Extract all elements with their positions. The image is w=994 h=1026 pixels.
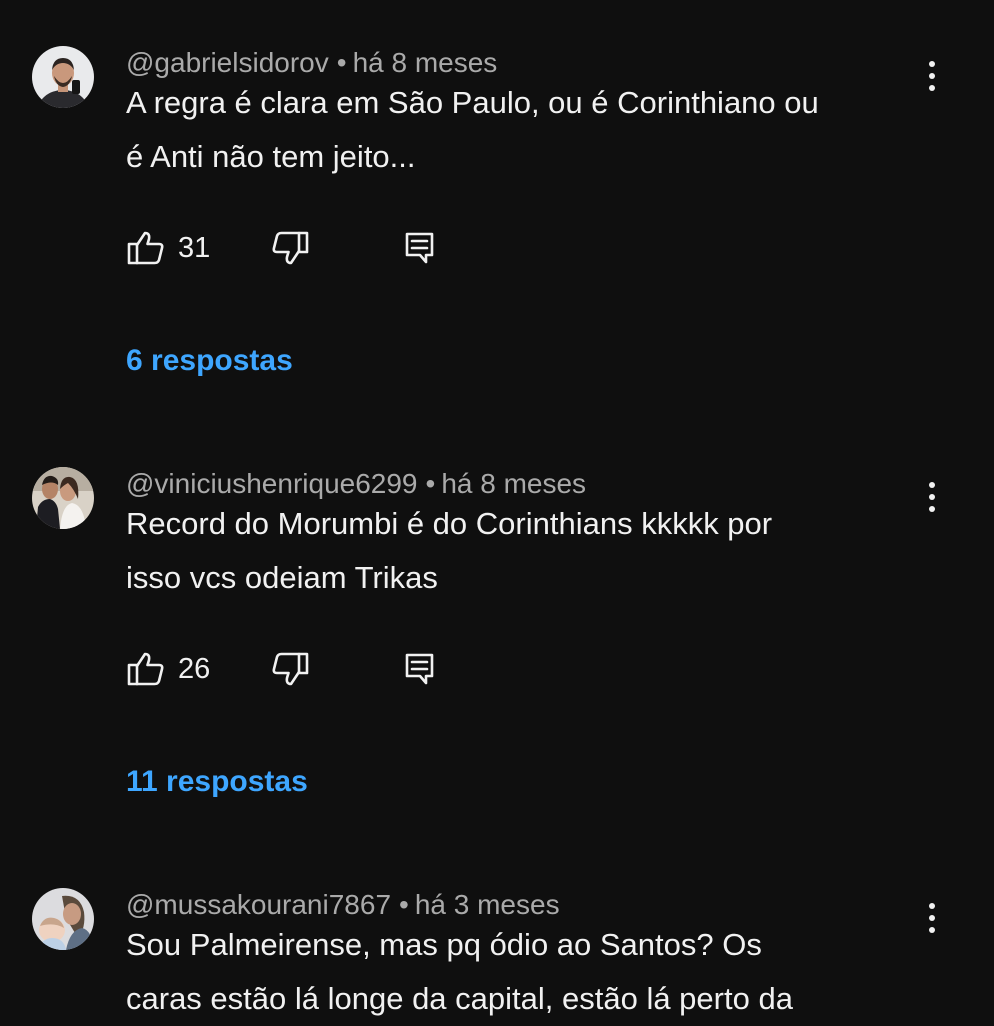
thumb-down-icon: [272, 231, 309, 265]
comment-author[interactable]: @viniciushenrique6299: [126, 468, 418, 499]
view-replies-link[interactable]: 11 respostas: [126, 762, 308, 802]
comment-meta: @viniciushenrique6299 • há 8 meses: [126, 467, 586, 501]
more-vert-icon[interactable]: [914, 56, 950, 96]
comment-text-line: é Anti não tem jeito...: [126, 139, 416, 174]
more-vert-icon[interactable]: [914, 477, 950, 517]
avatar[interactable]: [32, 888, 94, 950]
avatar[interactable]: [32, 46, 94, 108]
comment-text-line: caras estão lá longe da capital, estão l…: [126, 981, 793, 1016]
reply-button[interactable]: [404, 228, 438, 268]
comment-text: Sou Palmeirense, mas pq ódio ao Santos? …: [126, 918, 926, 1026]
meta-separator: •: [399, 889, 409, 920]
comment-text: A regra é clara em São Paulo, ou é Corin…: [126, 76, 926, 184]
comment-time: há 3 meses: [414, 889, 560, 920]
comment-text-line: Sou Palmeirense, mas pq ódio ao Santos? …: [126, 927, 762, 962]
avatar[interactable]: [32, 467, 94, 529]
dislike-button[interactable]: [270, 228, 314, 268]
reply-button[interactable]: [404, 649, 438, 689]
more-vert-icon[interactable]: [914, 898, 950, 938]
comment-text-line: isso vcs odeiam Trikas: [126, 560, 438, 595]
thumb-up-icon: [127, 231, 164, 265]
comment-time: há 8 meses: [352, 47, 498, 78]
meta-separator: •: [425, 468, 436, 499]
comment-time: há 8 meses: [441, 468, 587, 499]
reply-icon: [405, 232, 434, 264]
view-replies-link[interactable]: 6 respostas: [126, 341, 293, 381]
like-count: 31: [178, 232, 211, 264]
comment-text-line: Record do Morumbi é do Corinthians kkkkk…: [126, 506, 773, 541]
comment-text-line: A regra é clara em São Paulo, ou é Corin…: [126, 85, 819, 120]
like-button[interactable]: 26: [126, 649, 216, 689]
meta-separator: •: [336, 47, 347, 78]
comment-meta: @mussakourani7867 • há 3 meses: [126, 888, 560, 922]
comment-author[interactable]: @gabrielsidorov: [126, 47, 329, 78]
reply-icon: [405, 653, 434, 685]
like-button[interactable]: 31: [126, 228, 216, 268]
comment-author[interactable]: @mussakourani7867: [126, 889, 391, 920]
comment-text: Record do Morumbi é do Corinthians kkkkk…: [126, 497, 926, 605]
dislike-button[interactable]: [270, 649, 314, 689]
like-count: 26: [178, 653, 211, 685]
thumb-down-icon: [272, 652, 309, 686]
thumb-up-icon: [127, 652, 164, 686]
comment-meta: @gabrielsidorov • há 8 meses: [126, 46, 497, 80]
